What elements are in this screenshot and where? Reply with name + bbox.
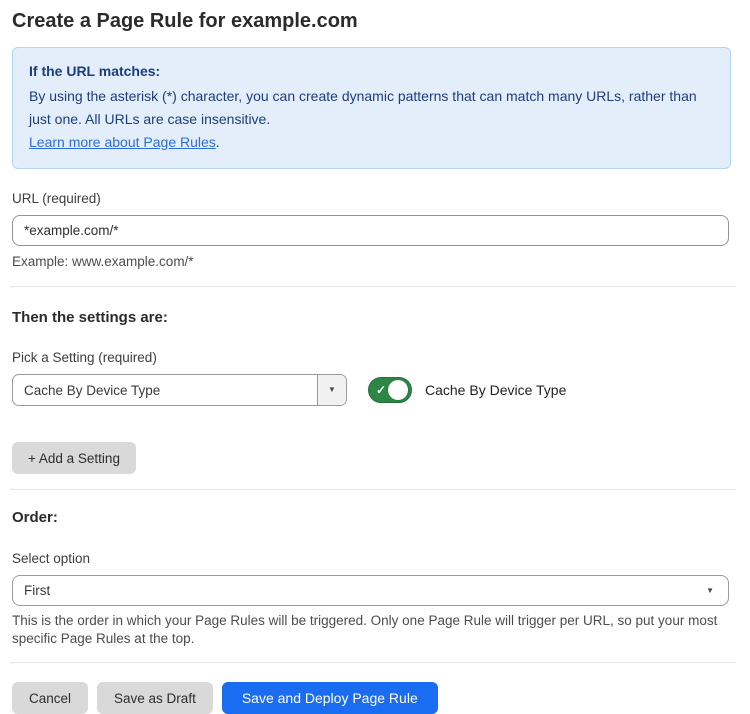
check-icon: ✓ bbox=[376, 384, 386, 396]
chevron-down-icon: ▼ bbox=[706, 587, 714, 595]
divider bbox=[10, 286, 736, 287]
pick-setting-label: Pick a Setting (required) bbox=[12, 350, 738, 366]
toggle-label: Cache By Device Type bbox=[425, 382, 566, 398]
url-input[interactable] bbox=[12, 215, 729, 246]
url-example-helper: Example: www.example.com/* bbox=[12, 253, 738, 270]
footer-actions: Cancel Save as Draft Save and Deploy Pag… bbox=[12, 682, 738, 714]
divider bbox=[10, 662, 736, 663]
order-select-value: First bbox=[24, 583, 50, 598]
info-box-heading: If the URL matches: bbox=[29, 61, 714, 81]
setting-dropdown[interactable]: Cache By Device Type ▼ bbox=[12, 374, 347, 406]
link-suffix: . bbox=[216, 134, 220, 150]
add-setting-button[interactable]: + Add a Setting bbox=[12, 442, 136, 474]
page-title: Create a Page Rule for example.com bbox=[12, 8, 738, 34]
save-draft-button[interactable]: Save as Draft bbox=[97, 682, 213, 714]
learn-more-link[interactable]: Learn more about Page Rules bbox=[29, 134, 216, 150]
url-field-label: URL (required) bbox=[12, 191, 738, 207]
setting-dropdown-value: Cache By Device Type bbox=[13, 375, 317, 405]
order-section-heading: Order: bbox=[12, 508, 738, 527]
setting-row: Cache By Device Type ▼ ✓ Cache By Device… bbox=[12, 374, 738, 406]
cache-device-toggle[interactable]: ✓ bbox=[368, 377, 412, 403]
settings-section-heading: Then the settings are: bbox=[12, 308, 738, 327]
save-deploy-button[interactable]: Save and Deploy Page Rule bbox=[222, 682, 438, 714]
toggle-knob bbox=[388, 380, 408, 400]
divider bbox=[10, 489, 736, 490]
page-rule-form: Create a Page Rule for example.com If th… bbox=[0, 0, 750, 714]
chevron-down-icon: ▼ bbox=[328, 386, 336, 394]
cancel-button[interactable]: Cancel bbox=[12, 682, 88, 714]
select-option-label: Select option bbox=[12, 551, 738, 567]
info-box-link-line: Learn more about Page Rules. bbox=[29, 131, 714, 154]
dropdown-arrow-segment[interactable]: ▼ bbox=[317, 375, 346, 405]
url-match-info-box: If the URL matches: By using the asteris… bbox=[12, 47, 731, 169]
order-helper-text: This is the order in which your Page Rul… bbox=[12, 612, 732, 647]
info-box-body: By using the asterisk (*) character, you… bbox=[29, 85, 714, 131]
order-select[interactable]: First ▼ bbox=[12, 575, 729, 606]
